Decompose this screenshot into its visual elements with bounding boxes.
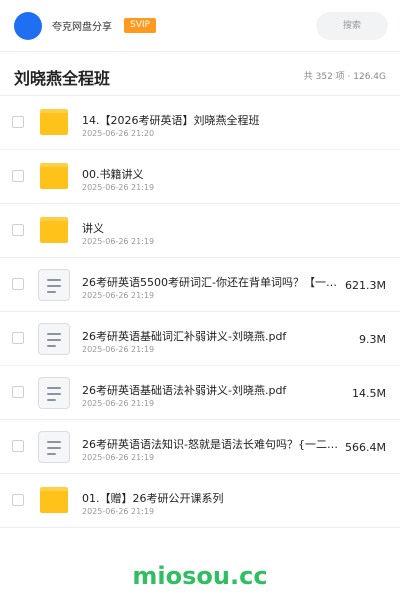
watermark: miosou.cc: [132, 562, 268, 590]
doc-icon: [38, 377, 70, 409]
file-date: 2025-06-26 21:19: [82, 507, 155, 516]
file-row[interactable]: 26考研英语5500考研词汇-你还在背单词吗？【一… 2025-06-26 21:…: [0, 258, 400, 312]
row-checkbox[interactable]: [12, 224, 24, 236]
row-checkbox[interactable]: [12, 116, 24, 128]
file-name[interactable]: 26考研英语5500考研词汇-你还在背单词吗？【一…: [82, 274, 342, 290]
file-date: 2025-06-26 21:19: [82, 183, 155, 192]
file-name[interactable]: 26考研英语语法知识-怒就是语法长难句吗？{一二通…: [82, 436, 342, 452]
folder-meta: 共 352 项 · 126.4G: [303, 72, 386, 82]
row-checkbox[interactable]: [12, 440, 24, 452]
file-name[interactable]: 26考研英语基础词汇补弱讲义-刘晓燕.pdf: [82, 328, 342, 344]
folder-icon: [38, 215, 70, 247]
brand-label: 夸克网盘分享: [52, 22, 112, 33]
file-date: 2025-06-26 21:19: [82, 399, 155, 408]
file-name[interactable]: 讲义: [82, 220, 342, 236]
file-name[interactable]: 14.【2026考研英语】刘晓燕全程班: [82, 112, 342, 128]
file-row[interactable]: 26考研英语基础词汇补弱讲义-刘晓燕.pdf 2025-06-26 21:19 9.…: [0, 312, 400, 366]
folder-icon: [38, 485, 70, 517]
file-size: 566.4M: [345, 441, 386, 454]
file-list: 14.【2026考研英语】刘晓燕全程班 2025-06-26 21:20 00.书籍…: [0, 96, 400, 528]
svip-badge: SVIP: [124, 18, 156, 33]
file-size: 9.3M: [359, 333, 386, 346]
file-date: 2025-06-26 21:19: [82, 345, 155, 354]
row-checkbox[interactable]: [12, 386, 24, 398]
file-date: 2025-06-26 21:19: [82, 291, 155, 300]
file-name[interactable]: 26考研英语基础语法补弱讲义-刘晓燕.pdf: [82, 382, 342, 398]
file-row[interactable]: 14.【2026考研英语】刘晓燕全程班 2025-06-26 21:20: [0, 96, 400, 150]
row-checkbox[interactable]: [12, 332, 24, 344]
top-bar: 夸克网盘分享 SVIP: [0, 0, 400, 52]
file-date: 2025-06-26 21:19: [82, 453, 155, 462]
file-name[interactable]: 00.书籍讲义: [82, 166, 342, 182]
search-input[interactable]: [316, 12, 388, 40]
folder-header: 刘晓燕全程班 共 352 项 · 126.4G: [0, 52, 400, 96]
page-title: 刘晓燕全程班: [14, 69, 111, 88]
file-size: 621.3M: [345, 279, 386, 292]
doc-icon: [38, 269, 70, 301]
doc-icon: [38, 323, 70, 355]
file-row[interactable]: 26考研英语基础语法补弱讲义-刘晓燕.pdf 2025-06-26 21:19 14…: [0, 366, 400, 420]
file-date: 2025-06-26 21:20: [82, 129, 155, 138]
file-row[interactable]: 01.【赠】26考研公开课系列 2025-06-26 21:19: [0, 474, 400, 528]
file-row[interactable]: 26考研英语语法知识-怒就是语法长难句吗？{一二通… 2025-06-26 21:…: [0, 420, 400, 474]
doc-icon: [38, 431, 70, 463]
file-row[interactable]: 讲义 2025-06-26 21:19: [0, 204, 400, 258]
row-checkbox[interactable]: [12, 170, 24, 182]
file-row[interactable]: 00.书籍讲义 2025-06-26 21:19: [0, 150, 400, 204]
folder-icon: [38, 107, 70, 139]
avatar[interactable]: [14, 12, 42, 40]
row-checkbox[interactable]: [12, 494, 24, 506]
folder-icon: [38, 161, 70, 193]
file-date: 2025-06-26 21:19: [82, 237, 155, 246]
file-size: 14.5M: [352, 387, 386, 400]
row-checkbox[interactable]: [12, 278, 24, 290]
file-name[interactable]: 01.【赠】26考研公开课系列: [82, 490, 342, 506]
